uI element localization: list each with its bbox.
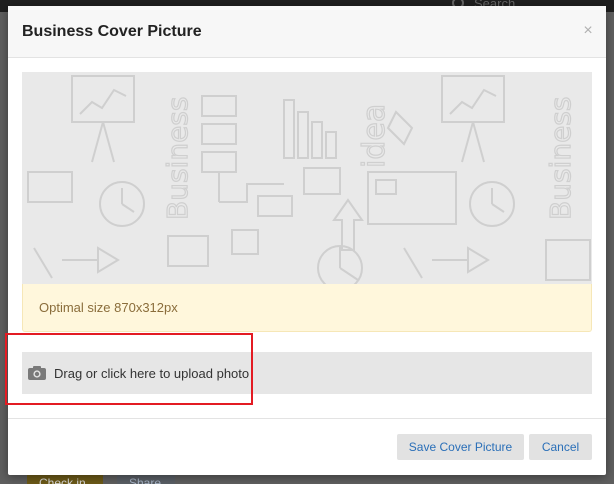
background-checkin-button: Check in [27, 474, 103, 484]
background-action-buttons: Check in Share [27, 474, 175, 484]
cover-sketch-word-2: idea [357, 104, 392, 168]
presentation-board-icon [71, 75, 135, 123]
modal-title: Business Cover Picture [22, 23, 202, 40]
background-share-button: Share [117, 474, 175, 484]
footer-divider [8, 418, 606, 419]
modal-header: Business Cover Picture × [8, 6, 606, 58]
save-cover-picture-button[interactable]: Save Cover Picture [397, 434, 524, 460]
cover-pattern-illustration: Business idea Business [27, 75, 591, 284]
cover-sketch-word-3: Business [544, 97, 577, 220]
cover-sketch-word-1: Business [161, 97, 194, 220]
credit-card-icon [27, 171, 73, 203]
close-icon[interactable]: × [580, 22, 596, 40]
optimal-size-alert: Optimal size 870x312px [22, 284, 592, 332]
cancel-button[interactable]: Cancel [529, 434, 592, 460]
flowchart-icon [201, 95, 237, 117]
bar-chart-icon [283, 99, 295, 159]
presentation-board-icon-2 [441, 75, 505, 123]
cover-preview: Business idea Business [22, 72, 592, 284]
upload-highlight-box [5, 333, 253, 405]
